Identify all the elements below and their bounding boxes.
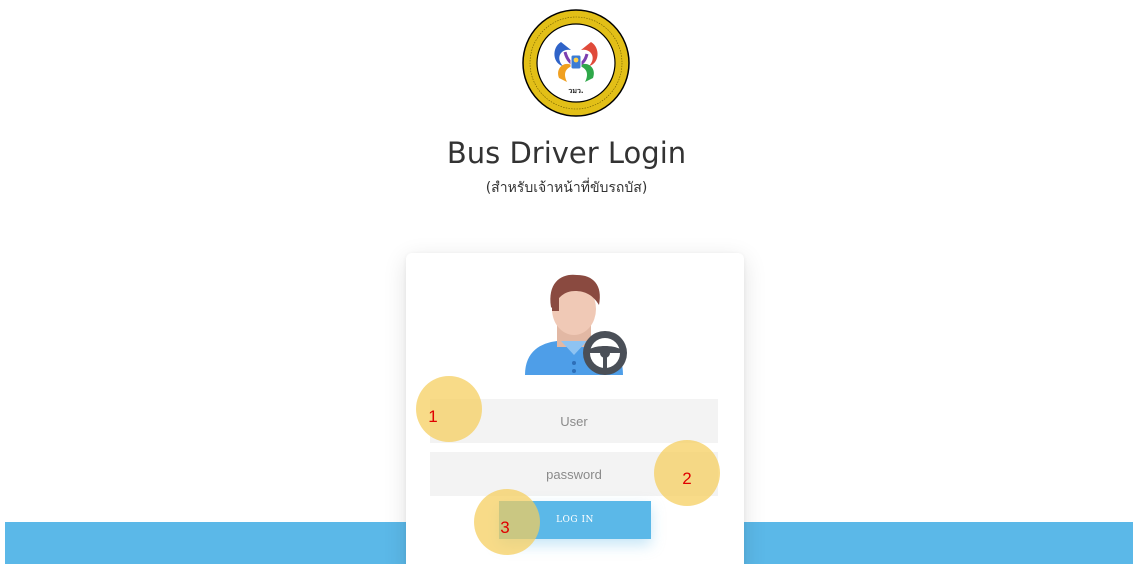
annotation-label-2: 2 — [682, 469, 692, 488]
bus-driver-avatar-icon — [525, 274, 627, 375]
annotation-marker-1: 1 — [416, 376, 482, 442]
annotation-marker-2: 2 — [654, 440, 720, 506]
annotation-label-3: 3 — [500, 518, 510, 537]
page: วมว. Bus Driver Login (สำหรับเจ้าหน้าที่… — [0, 0, 1133, 564]
annotation-label-1: 1 — [428, 407, 438, 426]
page-subtitle: (สำหรับเจ้าหน้าที่ขับรถบัส) — [485, 180, 648, 196]
annotation-marker-3: 3 — [474, 489, 540, 555]
logo-text: วมว. — [568, 87, 583, 95]
school-logo: วมว. — [522, 9, 630, 117]
page-title: Bus Driver Login — [446, 136, 687, 170]
